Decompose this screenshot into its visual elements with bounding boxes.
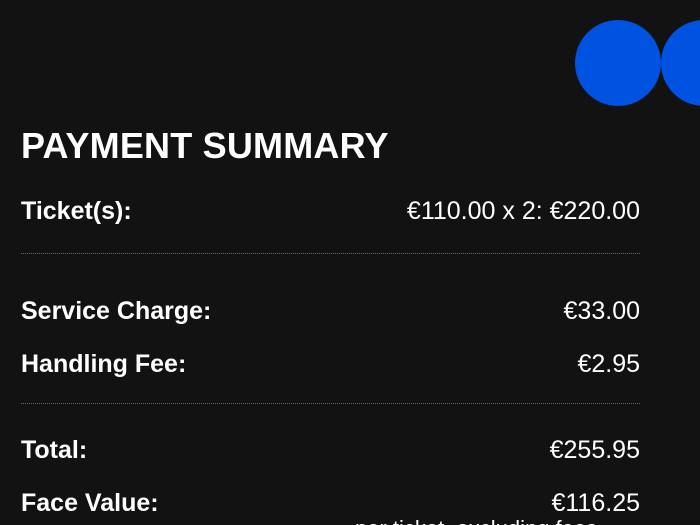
page-title: PAYMENT SUMMARY bbox=[21, 125, 389, 166]
face-value-footnote: per ticket, excluding fees bbox=[355, 516, 597, 525]
face-value-row: Face Value: €116.25 bbox=[21, 488, 640, 518]
service-charge-label: Service Charge: bbox=[21, 297, 212, 325]
handling-fee-value: €2.95 bbox=[577, 350, 640, 378]
service-charge-row: Service Charge: €33.00 bbox=[21, 296, 640, 326]
handling-fee-label: Handling Fee: bbox=[21, 350, 187, 378]
divider bbox=[21, 403, 640, 404]
total-value: €255.95 bbox=[549, 436, 640, 464]
tickets-row: Ticket(s): €110.00 x 2: €220.00 bbox=[21, 196, 640, 226]
brand-dot-icon bbox=[575, 20, 661, 106]
handling-fee-row: Handling Fee: €2.95 bbox=[21, 349, 640, 379]
total-row: Total: €255.95 bbox=[21, 435, 640, 465]
brand-dot-icon bbox=[661, 20, 700, 106]
total-label: Total: bbox=[21, 436, 88, 464]
payment-summary-page: PAYMENT SUMMARY Ticket(s): €110.00 x 2: … bbox=[0, 0, 700, 525]
face-value-value: €116.25 bbox=[551, 489, 640, 517]
service-charge-value: €33.00 bbox=[563, 297, 640, 325]
tickets-value: €110.00 x 2: €220.00 bbox=[406, 197, 640, 225]
tickets-label: Ticket(s): bbox=[21, 197, 132, 225]
divider bbox=[21, 253, 640, 254]
brand-logo bbox=[575, 20, 700, 106]
face-value-label: Face Value: bbox=[21, 489, 159, 517]
